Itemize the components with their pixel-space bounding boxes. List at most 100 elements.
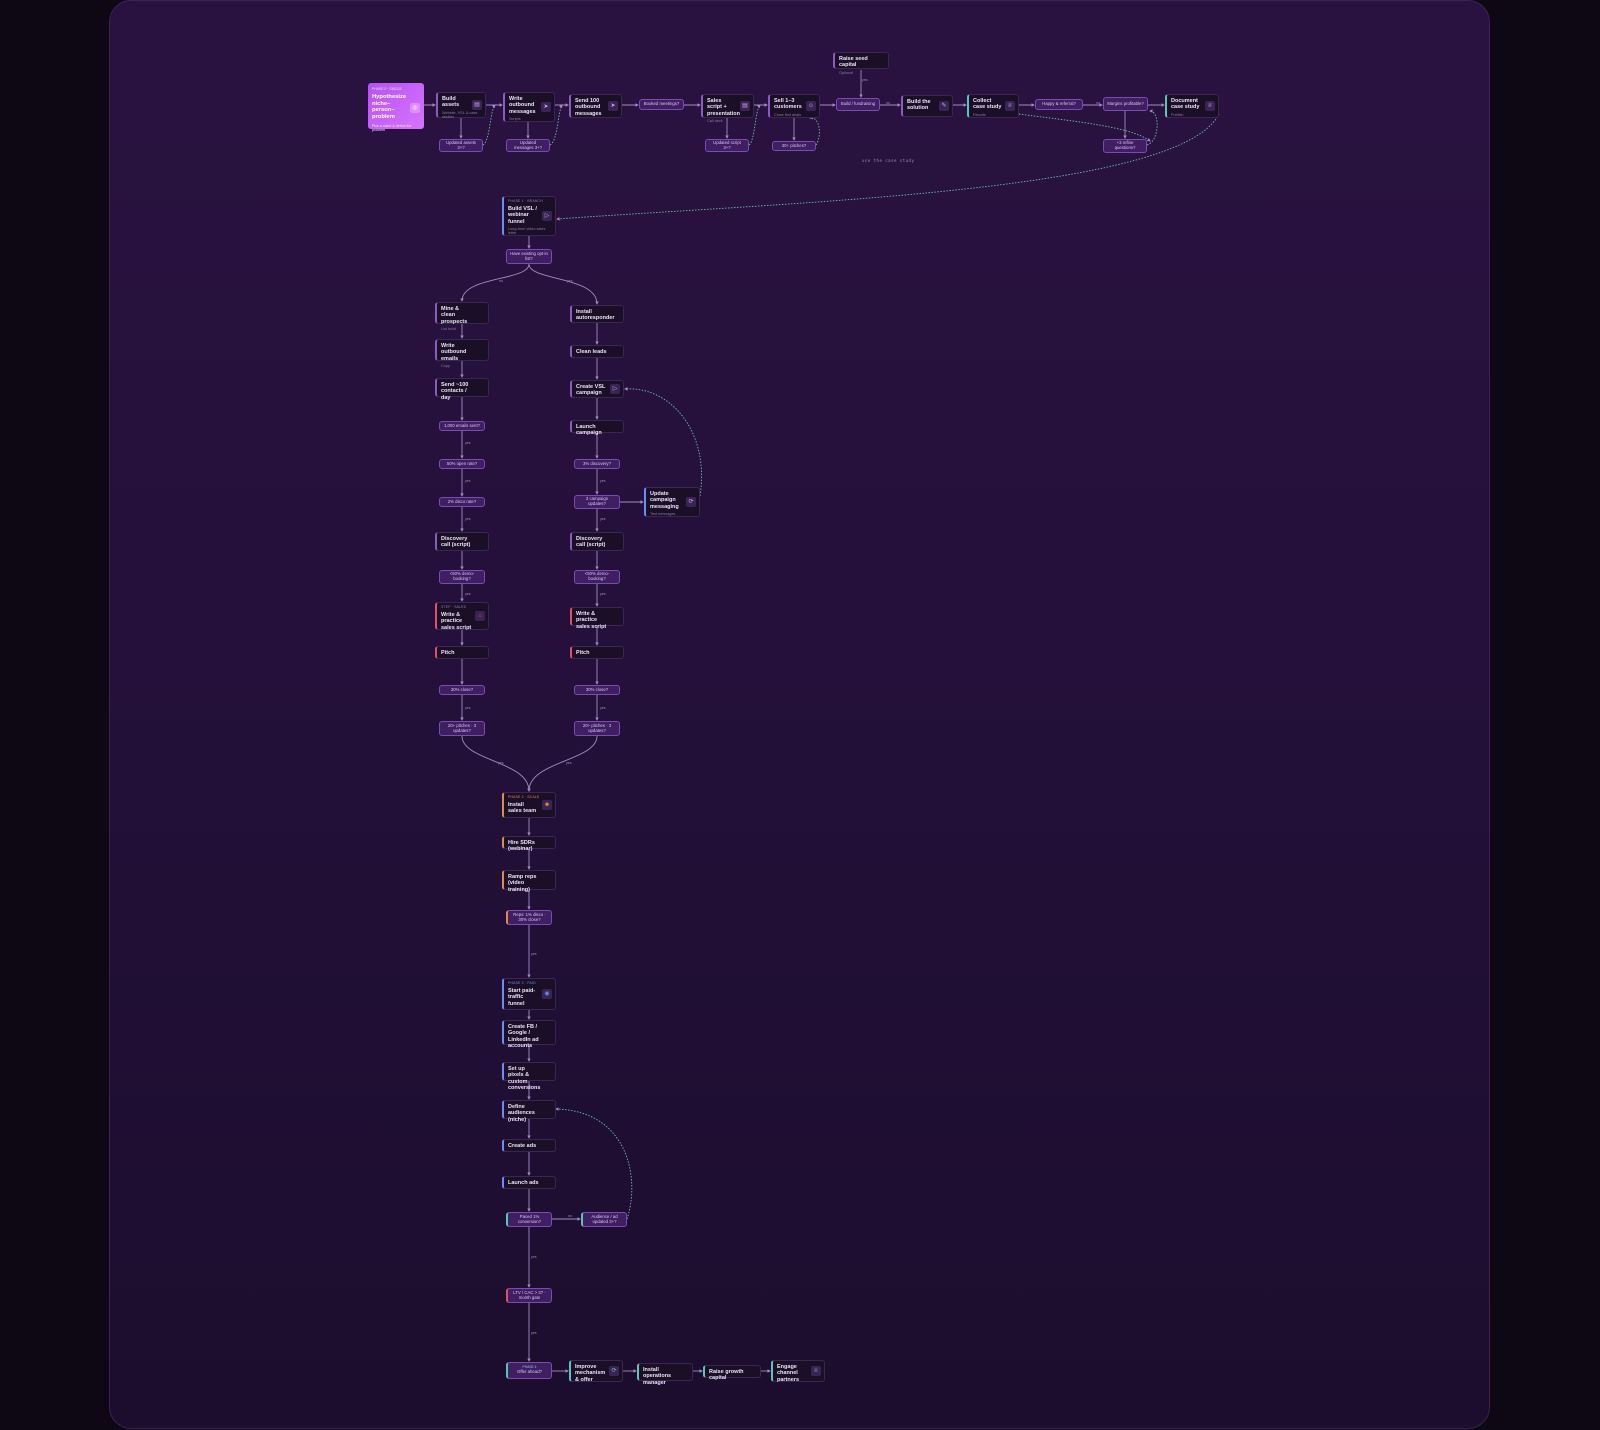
node-title: Discovery call (script) [441, 536, 471, 549]
node-sub: Scripts [509, 116, 521, 121]
node-sub: Publish [1171, 112, 1184, 117]
node-pitch-right[interactable]: Pitch [570, 646, 624, 659]
label-yes: yes [465, 706, 471, 710]
decision-pitches-updates-left[interactable]: 20+ pitches · 3 updates? [439, 721, 485, 736]
node-sales-script-left[interactable]: STEP · SALES Write & practice sales scri… [435, 602, 489, 631]
node-sub: Test messages [650, 511, 676, 516]
decision-pitches-updates-right[interactable]: 20+ pitches · 3 updates? [574, 721, 620, 736]
label-yes: yes [465, 517, 471, 521]
label-no: no [1096, 101, 1100, 105]
decision-updated-script[interactable]: Updated script 3+? [705, 139, 749, 152]
decision-updated-messages[interactable]: Updated messages 3+? [506, 139, 550, 152]
node-pixels[interactable]: Set up pixels & custom conversions [502, 1062, 556, 1091]
decision-reps-close[interactable]: Reps: 1% disco · 30% close? [506, 910, 552, 925]
node-improve-mechanism[interactable]: Improve mechanism & offer ⟳ [569, 1360, 623, 1383]
decision-demo-booking-right[interactable]: <50% demo-booking? [574, 570, 620, 584]
node-sub: Website, VSL & case studies [442, 110, 478, 119]
label-yes: yes [531, 1331, 537, 1335]
node-build-solution[interactable]: Build the solution ✎ [901, 95, 953, 117]
node-sales-script-right[interactable]: Write & practice sales script [570, 607, 624, 630]
label-no: no [568, 1214, 572, 1218]
node-title: Hire SDRs (webinar) [508, 840, 535, 853]
node-launch-campaign[interactable]: Launch campaign [570, 420, 624, 436]
decision-30-pitches[interactable]: 30+ pitches? [772, 141, 816, 151]
decision-ltv-cac[interactable]: LTV / CAC > 3? · month gate [506, 1288, 552, 1303]
flow-connector [461, 735, 531, 792]
target-icon: ◎ [410, 103, 420, 113]
node-build-assets[interactable]: Build assets Website, VSL & case studies… [436, 92, 486, 119]
node-channel-partners[interactable]: Engage channel partners ♕ [771, 1360, 825, 1383]
decision-opt-in-list[interactable]: Have existing opt-in list? [506, 249, 552, 264]
node-ramp-reps[interactable]: Ramp reps (video training) [502, 870, 556, 893]
wrench-icon: ✎ [939, 101, 949, 111]
node-title: Clean leads [576, 349, 607, 355]
decision-margins[interactable]: Margins profitable? [1103, 97, 1148, 111]
play-icon: ▷ [610, 384, 620, 394]
node-sub: Call deck [707, 118, 723, 123]
node-collect-case[interactable]: Collect case study Results ♕ [967, 94, 1019, 118]
node-build-vsl[interactable]: PHASE 1 · BRANCH Build VSL / webinar fun… [502, 196, 556, 236]
node-define-audiences[interactable]: Define audiences (niche) [502, 1100, 556, 1123]
node-install-sales-team[interactable]: PHASE 2 · SCALE Install sales team ☻ [502, 792, 556, 818]
trophy-icon: ♕ [1205, 101, 1215, 111]
node-write-emails[interactable]: Write outbound emails Copy [435, 339, 489, 368]
label-yes: yes [465, 592, 471, 596]
node-sell-1-3[interactable]: Sell 1–3 customers Close first deals ☺ [768, 94, 820, 118]
team-icon: ☻ [542, 800, 552, 810]
decision-close-right[interactable]: 30% close? [574, 685, 620, 695]
decision-build-fundraising[interactable]: Build / fundraising [836, 98, 880, 111]
decision-campaign-updates[interactable]: 3 campaign updates? [574, 495, 620, 509]
node-title: Pitch [441, 650, 455, 656]
node-clean-leads[interactable]: Clean leads [570, 345, 624, 358]
decision-updated-assets[interactable]: Updated assets 3+? [439, 139, 483, 152]
node-pitch-left[interactable]: Pitch [435, 646, 489, 659]
decision-booked-meetings[interactable]: Booked meetings? [639, 99, 684, 110]
node-raise-growth[interactable]: Raise growth capital [703, 1365, 761, 1381]
node-install-autoresponder[interactable]: Install autoresponder [570, 305, 624, 323]
start-node[interactable]: PHASE 0 · SINGLE Hypothesize niche–perso… [368, 83, 424, 132]
node-discovery-call-right[interactable]: Discovery call (script) [570, 532, 624, 551]
node-title: Ramp reps (video training) [508, 874, 537, 893]
node-hire-sdrs[interactable]: Hire SDRs (webinar) [502, 836, 556, 852]
decision-paced-conversion[interactable]: Paced 1% conversion? [506, 1212, 552, 1227]
loop-connector [1018, 113, 1151, 142]
node-raise-seed[interactable]: Raise seed capital Optional [833, 52, 889, 75]
label-yes: yes [465, 441, 471, 445]
node-ad-accounts[interactable]: Create FB / Google / LinkedIn ad account… [502, 1020, 556, 1049]
decision-happy-referral[interactable]: Happy & referral? [1035, 99, 1083, 110]
decision-discovery-right[interactable]: 3% discovery? [574, 459, 620, 469]
decision-refine-questions[interactable]: +3 refine questions? [1103, 139, 1147, 153]
decision-offer-ahead[interactable]: PHASE 4 Offer ahead? [506, 1362, 552, 1379]
node-mine-prospects[interactable]: Mine & clean prospects List build [435, 302, 489, 331]
label-yes: yes [465, 479, 471, 483]
trophy-icon: ♕ [811, 1366, 821, 1376]
node-document-case[interactable]: Document case study Publish ♕ [1165, 94, 1219, 118]
loop-connector [555, 1107, 633, 1220]
node-create-vsl-campaign[interactable]: Create VSL campaign ▷ [570, 380, 624, 398]
decision-audience-updated[interactable]: Audience / ad updated 3+? [581, 1212, 627, 1227]
decision-disco-rate[interactable]: 2% disco rate? [439, 497, 485, 507]
label-yes: yes [531, 1255, 537, 1259]
label-yes: yes [862, 78, 868, 82]
decision-demo-booking-left[interactable]: <50% demo-booking? [439, 570, 485, 584]
node-start-paid-traffic[interactable]: PHASE 3 · PAID Start paid-traffic funnel… [502, 978, 556, 1010]
node-sales-script[interactable]: Sales script + presentation Call deck ▤ [701, 94, 754, 123]
decision-open-rate[interactable]: 50% open rate? [439, 459, 485, 469]
node-title: Send ~100 contacts / day [441, 382, 469, 401]
loop-connector [624, 387, 702, 497]
loop-connector [556, 113, 1220, 221]
node-send-contacts[interactable]: Send ~100 contacts / day [435, 378, 489, 401]
decision-emails-sent[interactable]: 1,000 emails sent? [439, 421, 485, 431]
node-update-campaign[interactable]: Update campaign messaging Test messages … [644, 487, 700, 517]
label-yes: yes [600, 592, 606, 596]
node-create-ads[interactable]: Create ads [502, 1139, 556, 1152]
decision-close-left[interactable]: 30% close? [439, 685, 485, 695]
node-title: Set up pixels & custom conversions [508, 1066, 541, 1091]
node-tag: PHASE 3 · PAID [508, 981, 536, 985]
node-discovery-call-left[interactable]: Discovery call (script) [435, 532, 489, 551]
node-operations-manager[interactable]: Install operations manager [637, 1363, 693, 1386]
node-write-outbound[interactable]: Write outbound messages Scripts ➤ [503, 92, 555, 122]
node-launch-ads[interactable]: Launch ads [502, 1176, 556, 1189]
node-send-100[interactable]: Send 100 outbound messages ➤ [569, 94, 622, 118]
send-icon: ➤ [608, 101, 618, 111]
